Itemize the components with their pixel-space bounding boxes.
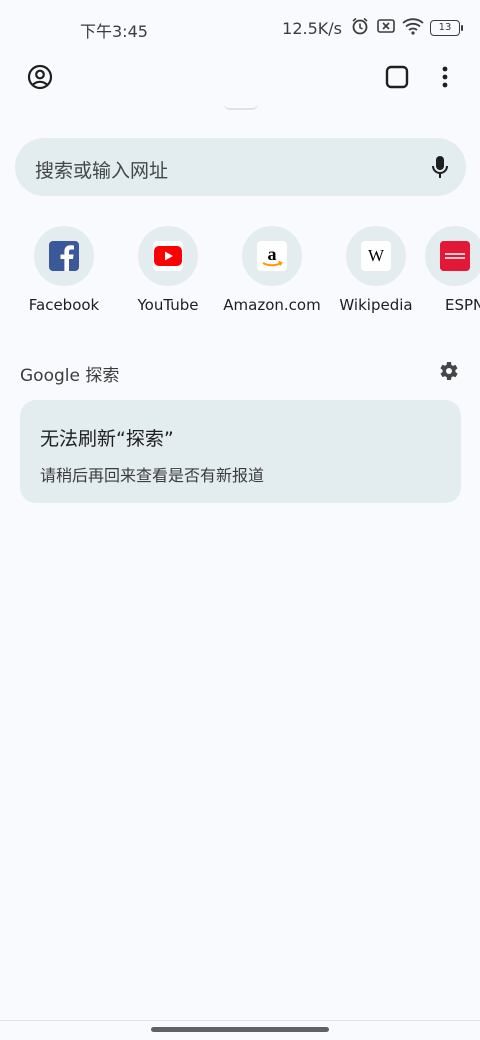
- amazon-icon: a: [257, 241, 287, 271]
- shortcut-label: Amazon.com: [223, 296, 321, 314]
- discover-title: Google 探索: [20, 366, 120, 386]
- facebook-icon: [49, 241, 79, 271]
- search-box[interactable]: 搜索或输入网址: [15, 138, 466, 196]
- bottom-divider: [0, 1020, 480, 1021]
- shortcut-tiles: Facebook YouTube a Amazon.com W Wikipedi…: [0, 226, 480, 326]
- more-menu-icon[interactable]: [430, 62, 460, 92]
- status-bar: 下午3:45 12.5K/s 13: [0, 0, 480, 56]
- shortcut-espn[interactable]: ESPN: [425, 226, 480, 314]
- youtube-icon: [153, 241, 183, 271]
- network-speed: 12.5K/s: [282, 18, 342, 38]
- status-icons: 12.5K/s 13: [282, 16, 463, 40]
- discover-error-card: 无法刷新“探索” 请稍后再回来查看是否有新报道: [20, 400, 461, 503]
- facebook-tile: [34, 226, 94, 286]
- svg-text:W: W: [368, 246, 385, 265]
- shortcut-youtube[interactable]: YouTube: [113, 226, 223, 314]
- shortcut-label: Facebook: [28, 296, 100, 314]
- wifi-icon: [402, 17, 424, 39]
- wikipedia-icon: W: [361, 241, 391, 271]
- espn-icon: [440, 241, 470, 271]
- card-body: 请稍后再回来查看是否有新报道: [40, 466, 265, 485]
- tab-switcher-icon[interactable]: [382, 62, 412, 92]
- alarm-icon: [350, 16, 370, 40]
- shortcut-label: YouTube: [137, 296, 199, 314]
- status-time: 下午3:45: [80, 22, 148, 41]
- settings-icon[interactable]: [436, 359, 460, 383]
- shortcut-wikipedia[interactable]: W Wikipedia: [321, 226, 431, 314]
- battery-icon: 13: [430, 20, 463, 36]
- home-indicator[interactable]: [151, 1027, 329, 1032]
- shortcut-amazon[interactable]: a Amazon.com: [217, 226, 327, 314]
- youtube-tile: [138, 226, 198, 286]
- logo-placeholder: [224, 104, 258, 110]
- search-input[interactable]: 搜索或输入网址: [35, 156, 168, 183]
- sim-off-icon: [376, 17, 396, 39]
- card-title: 无法刷新“探索”: [40, 428, 174, 450]
- account-icon[interactable]: [25, 62, 55, 92]
- shortcut-label: Wikipedia: [339, 296, 413, 314]
- mic-icon[interactable]: [428, 153, 452, 181]
- top-toolbar: [0, 56, 480, 96]
- svg-text:a: a: [268, 244, 277, 264]
- shortcut-label: ESPN: [445, 296, 480, 314]
- espn-tile: [425, 226, 480, 286]
- shortcut-facebook[interactable]: Facebook: [9, 226, 119, 314]
- amazon-tile: a: [242, 226, 302, 286]
- wikipedia-tile: W: [346, 226, 406, 286]
